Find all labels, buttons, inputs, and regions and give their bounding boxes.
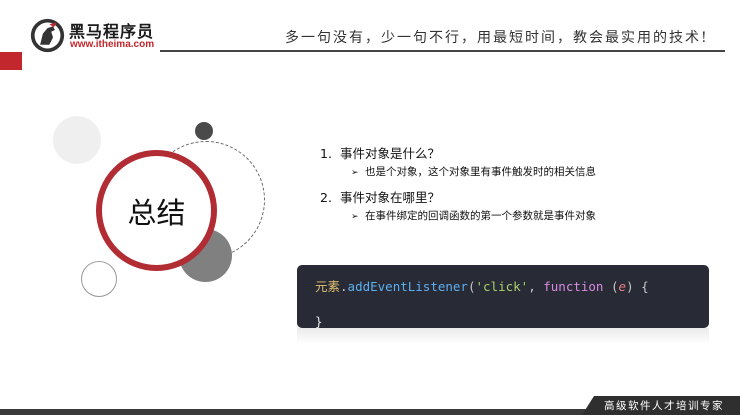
question-number: 1. [320, 146, 332, 161]
code-block: 元素.addEventListener('click', function (e… [297, 265, 709, 329]
brand-url: www.itheima.com [70, 39, 155, 50]
code-param-close: ) { [626, 279, 649, 294]
slide: 黑马程序员 www.itheima.com 多一句没有，少一句不行，用最短时间，… [0, 0, 740, 415]
slogan: 多一句没有，少一句不行，用最短时间，教会最实用的技术! [285, 30, 709, 46]
footer-tagline: 高级软件人才培训专家 [604, 400, 724, 412]
code-param: e [618, 279, 627, 294]
question-text: 事件对象在哪里？ [340, 190, 441, 205]
code-method: addEventListener [347, 279, 468, 294]
code-line-2: } [315, 314, 323, 329]
code-open-paren: ( [467, 279, 476, 294]
header-divider [160, 50, 725, 52]
question-2: 2. 事件对象在哪里？ [320, 187, 440, 206]
question-text: 事件对象是什么？ [340, 146, 441, 161]
horse-logo-icon [30, 18, 65, 53]
decor-circle-light [53, 116, 101, 164]
answer-text: 在事件绑定的回调函数的第一个参数就是事件对象 [365, 210, 596, 222]
header-red-tab [0, 52, 22, 70]
arrow-right-icon: ➢ [351, 168, 359, 178]
summary-title: 总结 [127, 195, 186, 230]
code-object: 元素 [315, 279, 341, 294]
code-param-open: ( [603, 279, 619, 294]
arrow-right-icon: ➢ [351, 212, 359, 222]
code-comma: , [528, 279, 544, 294]
summary-badge: 总结 [96, 150, 217, 271]
code-keyword: function [543, 279, 604, 294]
code-event-string: 'click' [475, 279, 529, 294]
question-number: 2. [320, 190, 332, 205]
code-line-1: 元素.addEventListener('click', function (e… [315, 276, 649, 295]
decor-circle-dark [195, 122, 213, 140]
code-reflection [297, 328, 709, 344]
decor-circle-outline [81, 261, 117, 297]
answer-1: ➢ 也是个对象，这个对象里有事件触发时的相关信息 [351, 164, 596, 179]
answer-text: 也是个对象，这个对象里有事件触发时的相关信息 [365, 166, 596, 178]
answer-2: ➢ 在事件绑定的回调函数的第一个参数就是事件对象 [351, 208, 596, 223]
code-dot: . [340, 279, 348, 294]
question-1: 1. 事件对象是什么？ [320, 143, 440, 162]
